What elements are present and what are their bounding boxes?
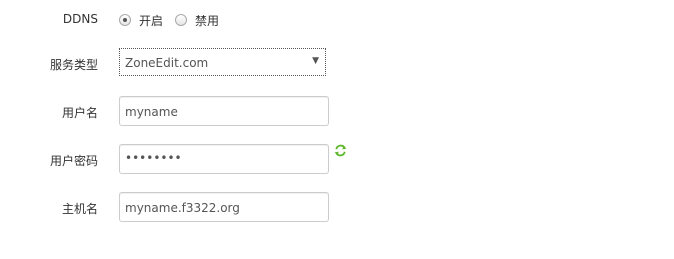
ddns-row: DDNS 开启 禁用 [0, 10, 674, 30]
username-input[interactable]: myname [119, 96, 329, 126]
refresh-icon[interactable] [334, 144, 347, 157]
username-value: myname [125, 105, 178, 119]
password-label: 用户密码 [49, 154, 98, 168]
radio-checked-icon[interactable] [119, 14, 131, 26]
dropdown-arrow-icon: ▼ [312, 56, 319, 66]
password-value: •••••••• [125, 151, 182, 165]
ddns-label: DDNS [62, 12, 98, 26]
hostname-value: myname.f3322.org [125, 201, 240, 215]
username-label: 用户名 [61, 106, 98, 120]
hostname-input[interactable]: myname.f3322.org [119, 192, 329, 222]
ddns-enable-label: 开启 [139, 13, 164, 28]
ddns-disable-label: 禁用 [195, 13, 220, 28]
ddns-enable-radio[interactable]: 开启 [119, 12, 163, 29]
password-input[interactable]: •••••••• [119, 144, 329, 174]
radio-unchecked-icon[interactable] [175, 14, 188, 26]
service-type-value: ZoneEdit.com [125, 56, 209, 70]
hostname-label: 主机名 [61, 202, 98, 216]
service-type-label: 服务类型 [49, 58, 98, 72]
service-type-row: 服务类型 ZoneEdit.com ▼ [0, 48, 674, 80]
username-row: 用户名 myname [0, 96, 674, 128]
ddns-disable-radio[interactable]: 禁用 [175, 12, 219, 29]
ddns-radio-group: 开启 禁用 [119, 11, 231, 29]
service-type-select[interactable]: ZoneEdit.com ▼ [119, 48, 326, 76]
password-row: 用户密码 •••••••• [0, 144, 674, 176]
ddns-settings-form: DDNS 开启 禁用 服务类型 ZoneEdit.com ▼ 用户名 mynam… [0, 0, 674, 259]
hostname-row: 主机名 myname.f3322.org [0, 192, 674, 224]
